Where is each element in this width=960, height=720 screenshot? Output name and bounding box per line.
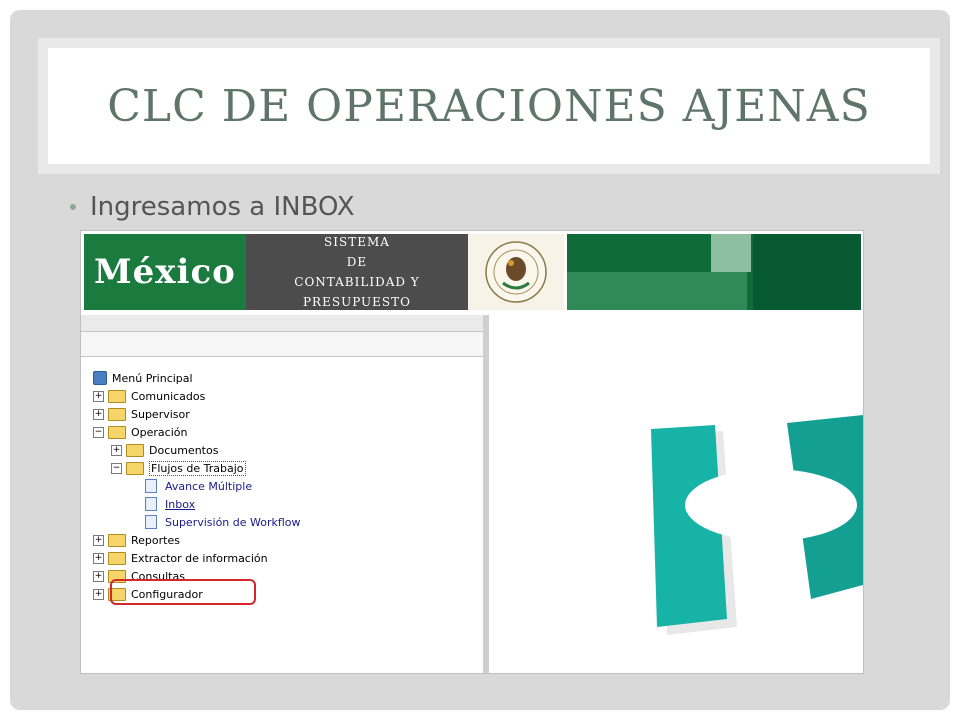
document-icon xyxy=(145,497,157,511)
banner-green-graphic xyxy=(567,234,861,310)
collapse-icon[interactable]: − xyxy=(111,462,122,474)
collapse-icon[interactable]: − xyxy=(93,426,104,438)
bullet-item: Ingresamos a INBOX xyxy=(70,192,355,222)
inbox-highlight xyxy=(110,579,256,605)
tree-item-avance-multiple[interactable]: Avance Múltiple xyxy=(145,477,252,495)
computer-icon xyxy=(93,371,107,385)
tree-item-extractor[interactable]: + Extractor de información xyxy=(93,549,268,567)
system-line-3: CONTABILIDAD Y PRESUPUESTO xyxy=(294,275,420,309)
expand-icon[interactable]: + xyxy=(93,552,104,564)
folder-icon xyxy=(108,551,126,565)
bullet-text: Ingresamos a INBOX xyxy=(90,192,355,222)
bullet-dot-icon xyxy=(70,204,76,210)
navigation-panel: Menú Principal + Comunicados + Superviso… xyxy=(81,315,489,673)
tree-item-supervision-workflow[interactable]: Supervisión de Workflow xyxy=(145,513,301,531)
national-seal-icon xyxy=(468,234,564,310)
folder-icon xyxy=(108,533,126,547)
expand-icon[interactable]: + xyxy=(93,390,104,402)
tree-root-label: Menú Principal xyxy=(112,371,193,385)
expand-icon[interactable]: + xyxy=(93,408,104,420)
folder-icon xyxy=(126,443,144,457)
system-title: SISTEMA DE CONTABILIDAD Y PRESUPUESTO xyxy=(246,234,468,310)
system-line-1: SISTEMA xyxy=(324,235,390,249)
document-icon xyxy=(145,479,157,493)
panel-header xyxy=(81,315,483,332)
system-line-2: DE xyxy=(346,255,368,269)
tree-item-flujos-de-trabajo[interactable]: − Flujos de Trabajo xyxy=(111,459,246,477)
mexico-logo: México xyxy=(84,234,246,310)
tree-item-inbox[interactable]: Inbox xyxy=(145,495,195,513)
folder-icon xyxy=(108,389,126,403)
folder-open-icon xyxy=(108,425,126,439)
title-box: CLC DE OPERACIONES AJENAS xyxy=(38,38,940,174)
panel-toolbar xyxy=(81,332,483,357)
app-watermark-logo-icon xyxy=(651,415,863,635)
folder-open-icon xyxy=(126,461,144,475)
tree-root[interactable]: Menú Principal xyxy=(93,369,193,387)
expand-icon[interactable]: + xyxy=(93,588,104,600)
tree-item-comunicados[interactable]: + Comunicados xyxy=(93,387,205,405)
folder-icon xyxy=(108,407,126,421)
app-banner: México SISTEMA DE CONTABILIDAD Y PRESUPU… xyxy=(81,231,863,311)
tree-item-supervisor[interactable]: + Supervisor xyxy=(93,405,190,423)
content-panel xyxy=(491,315,863,673)
tree-item-reportes[interactable]: + Reportes xyxy=(93,531,180,549)
tree-item-operacion[interactable]: − Operación xyxy=(93,423,187,441)
screenshot: México SISTEMA DE CONTABILIDAD Y PRESUPU… xyxy=(80,230,864,674)
document-icon xyxy=(145,515,157,529)
expand-icon[interactable]: + xyxy=(111,444,122,456)
expand-icon[interactable]: + xyxy=(93,570,104,582)
expand-icon[interactable]: + xyxy=(93,534,104,546)
tree-item-documentos[interactable]: + Documentos xyxy=(111,441,218,459)
slide-title: CLC DE OPERACIONES AJENAS xyxy=(107,80,871,132)
